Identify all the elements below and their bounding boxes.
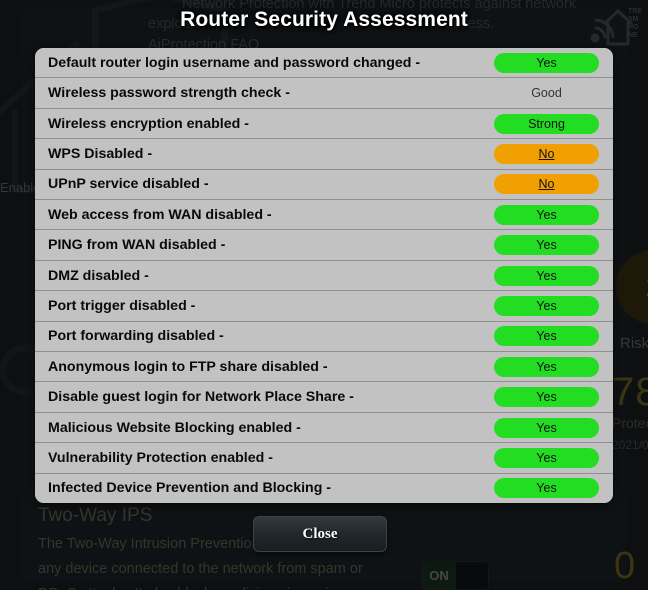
- router-security-assessment-panel: Default router login username and passwo…: [35, 48, 613, 503]
- status-badge: Yes: [494, 326, 599, 347]
- assessment-row-value: Yes: [494, 235, 599, 256]
- assessment-row-value: Yes: [494, 356, 599, 377]
- assessment-row-value: Yes: [494, 447, 599, 468]
- assessment-row: Disable guest login for Network Place Sh…: [35, 382, 613, 413]
- assessment-row: Malicious Website Blocking enabled - Yes: [35, 412, 613, 444]
- page-title: Router Security Assessment: [180, 8, 468, 31]
- status-text: Good: [531, 86, 562, 101]
- assessment-row-label: Infected Device Prevention and Blocking …: [48, 480, 332, 497]
- assessment-row-label: Malicious Website Blocking enabled -: [48, 419, 301, 436]
- assessment-row-label: PING from WAN disabled -: [48, 237, 226, 254]
- assessment-row-label: Disable guest login for Network Place Sh…: [48, 389, 354, 406]
- assessment-row: Default router login username and passwo…: [35, 48, 613, 79]
- assessment-row: Wireless encryption enabled - Strong: [35, 108, 613, 140]
- status-badge[interactable]: No: [494, 143, 599, 164]
- assessment-row-label: Anonymous login to FTP share disabled -: [48, 358, 328, 375]
- assessment-row: Vulnerability Protection enabled - Yes: [35, 443, 613, 474]
- assessment-row: Anonymous login to FTP share disabled - Y…: [35, 352, 613, 383]
- status-badge: Yes: [494, 447, 599, 468]
- assessment-row: UPnP service disabled - No: [35, 169, 613, 201]
- assessment-row-label: Web access from WAN disabled -: [48, 206, 272, 223]
- assessment-row: Web access from WAN disabled - Yes: [35, 200, 613, 231]
- assessment-row-label: Wireless encryption enabled -: [48, 115, 249, 132]
- assessment-row-value: Yes: [494, 387, 599, 408]
- status-badge: Yes: [494, 204, 599, 225]
- assessment-row-label: Default router login username and passwo…: [48, 54, 421, 71]
- status-fix-link[interactable]: No: [539, 177, 555, 191]
- assessment-row-label: UPnP service disabled -: [48, 176, 209, 193]
- assessment-row-value: Yes: [494, 265, 599, 286]
- assessment-row-value: Yes: [494, 295, 599, 316]
- assessment-row-value: Strong: [494, 113, 599, 134]
- status-fix-link[interactable]: No: [539, 147, 555, 161]
- assessment-row: Wireless password strength check - Good: [35, 78, 613, 109]
- assessment-row-value: No: [494, 174, 599, 195]
- assessment-row-value: Yes: [494, 478, 599, 499]
- close-button[interactable]: Close: [253, 516, 387, 552]
- assessment-row-label: Vulnerability Protection enabled -: [48, 449, 273, 466]
- assessment-row-value: Yes: [494, 417, 599, 438]
- assessment-row: Infected Device Prevention and Blocking …: [35, 473, 613, 503]
- assessment-row: WPS Disabled - No: [35, 139, 613, 170]
- status-badge: Yes: [494, 356, 599, 377]
- assessment-row-value: Yes: [494, 204, 599, 225]
- assessment-row-value: No: [494, 143, 599, 164]
- assessment-row-value: Good: [494, 86, 599, 100]
- assessment-row-label: WPS Disabled -: [48, 145, 153, 162]
- assessment-row-value: Yes: [494, 52, 599, 73]
- status-badge: Yes: [494, 295, 599, 316]
- assessment-row-label: Port forwarding disabled -: [48, 328, 224, 345]
- status-badge: Strong: [494, 113, 599, 134]
- assessment-row: Port forwarding disabled - Yes: [35, 321, 613, 353]
- assessment-row-label: Port trigger disabled -: [48, 297, 196, 314]
- status-badge: Yes: [494, 387, 599, 408]
- assessment-row-label: Wireless password strength check -: [48, 85, 290, 102]
- assessment-row: Port trigger disabled - Yes: [35, 291, 613, 322]
- status-badge[interactable]: No: [494, 174, 599, 195]
- assessment-row: DMZ disabled - Yes: [35, 260, 613, 292]
- assessment-row-value: Yes: [494, 326, 599, 347]
- status-badge: Yes: [494, 235, 599, 256]
- status-badge: Yes: [494, 478, 599, 499]
- status-badge: Yes: [494, 265, 599, 286]
- status-badge: Yes: [494, 417, 599, 438]
- assessment-row-label: DMZ disabled -: [48, 267, 149, 284]
- assessment-row: PING from WAN disabled - Yes: [35, 230, 613, 261]
- status-badge: Yes: [494, 52, 599, 73]
